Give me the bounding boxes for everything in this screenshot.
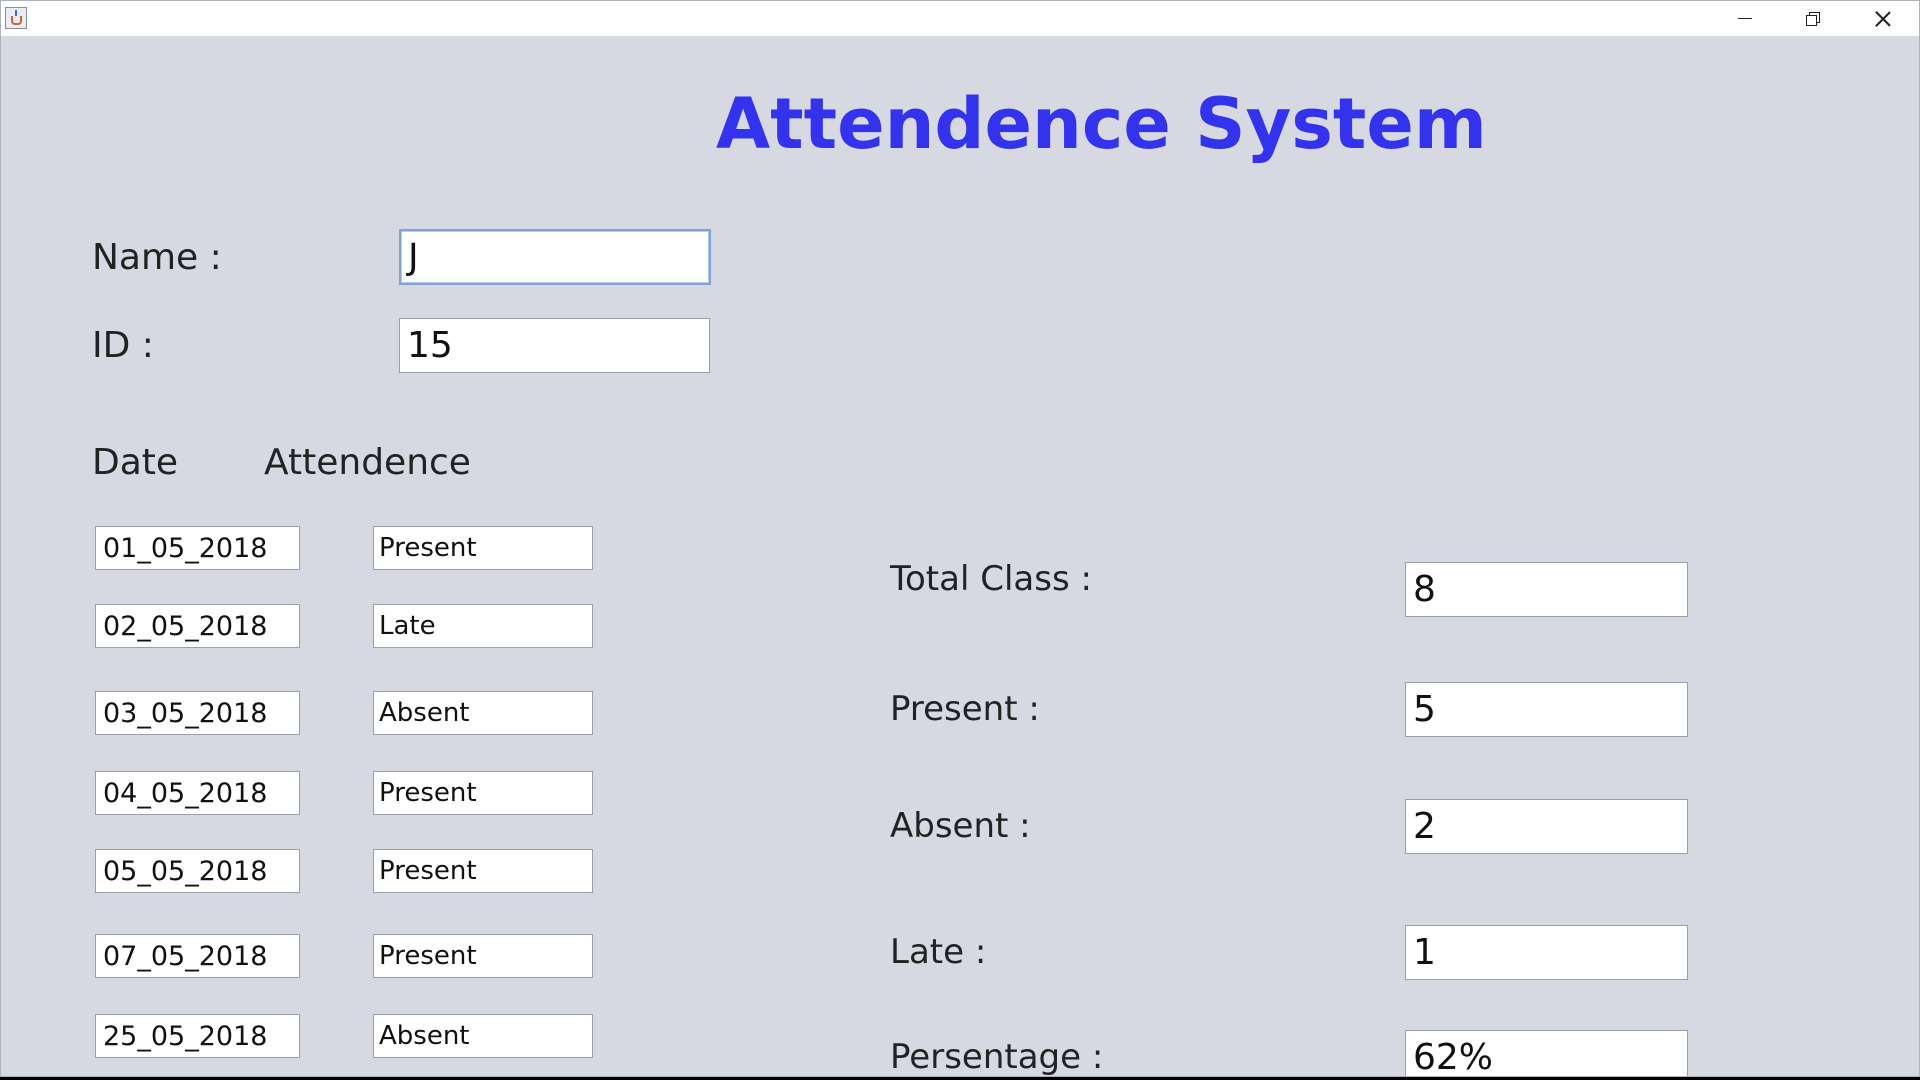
absent-field[interactable]: 2 xyxy=(1405,799,1688,854)
date-field[interactable]: 02_05_2018 xyxy=(95,604,300,648)
java-cup-icon[interactable] xyxy=(5,7,27,29)
page-title: Attendence System xyxy=(716,83,1487,165)
app-window: Attendence System Name : J ID : 15 Date … xyxy=(0,0,1920,1077)
attendance-field[interactable]: Late xyxy=(373,604,593,648)
late-field[interactable]: 1 xyxy=(1405,925,1688,980)
id-label: ID : xyxy=(92,325,154,366)
date-field[interactable]: 03_05_2018 xyxy=(95,691,300,735)
id-field[interactable]: 15 xyxy=(399,318,710,373)
minimize-icon xyxy=(1738,18,1752,19)
percentage-label: Persentage : xyxy=(890,1037,1104,1077)
date-field[interactable]: 01_05_2018 xyxy=(95,526,300,570)
close-icon xyxy=(1875,11,1891,27)
attendance-field[interactable]: Absent xyxy=(373,1014,593,1058)
attendance-field[interactable]: Present xyxy=(373,849,593,893)
late-label: Late : xyxy=(890,932,987,972)
attendance-field[interactable]: Present xyxy=(373,526,593,570)
absent-label: Absent : xyxy=(890,806,1031,846)
attendance-field[interactable]: Absent xyxy=(373,691,593,735)
name-label: Name : xyxy=(92,237,222,278)
close-button[interactable] xyxy=(1849,1,1917,36)
restore-button[interactable] xyxy=(1779,1,1847,36)
restore-icon xyxy=(1806,11,1820,26)
present-label: Present : xyxy=(890,689,1040,729)
date-header: Date xyxy=(92,442,179,483)
attendance-field[interactable]: Present xyxy=(373,771,593,815)
date-field[interactable]: 05_05_2018 xyxy=(95,849,300,893)
name-field[interactable]: J xyxy=(399,229,711,285)
minimize-button[interactable] xyxy=(1711,1,1779,36)
date-field[interactable]: 07_05_2018 xyxy=(95,934,300,978)
percentage-field[interactable]: 62% xyxy=(1405,1030,1688,1076)
total-class-field[interactable]: 8 xyxy=(1405,562,1688,617)
date-field[interactable]: 04_05_2018 xyxy=(95,771,300,815)
attendance-header: Attendence xyxy=(264,442,471,483)
title-bar xyxy=(1,1,1919,36)
present-field[interactable]: 5 xyxy=(1405,682,1688,737)
attendance-field[interactable]: Present xyxy=(373,934,593,978)
total-class-label: Total Class : xyxy=(890,559,1092,599)
date-field[interactable]: 25_05_2018 xyxy=(95,1014,300,1058)
